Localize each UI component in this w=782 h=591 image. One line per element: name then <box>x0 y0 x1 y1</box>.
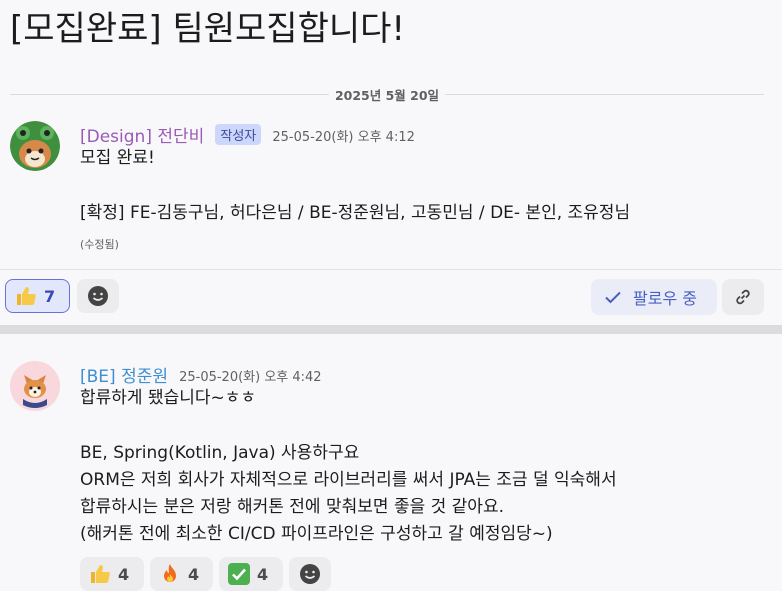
link-icon <box>736 289 750 305</box>
reaction-count: 4 <box>257 564 269 584</box>
corgi-avatar-icon <box>10 361 60 411</box>
timestamp[interactable]: 25-05-20(화) 오후 4:12 <box>272 130 415 145</box>
reaction-thumbs-up[interactable]: 4 <box>80 557 144 591</box>
check-mark-icon <box>228 563 250 585</box>
edited-indicator: (수정됨) <box>80 238 119 251</box>
author-name[interactable]: [Design] 전단비 <box>80 127 204 147</box>
page-title: [모집완료] 팀원모집합니다! <box>10 9 406 49</box>
reaction-thumbs-up[interactable]: 7 <box>5 279 70 313</box>
avatar[interactable] <box>10 121 60 171</box>
avatar[interactable] <box>10 361 60 411</box>
message-line: (해커톤 전에 최소한 CI/CD 파이프라인은 구성하고 갈 예정임당~) <box>80 524 553 544</box>
frog-cat-avatar-icon <box>10 121 60 171</box>
message-line: ORM은 저희 회사가 자체적으로 라이브러리를 써서 JPA는 조금 덜 익숙… <box>80 470 617 490</box>
divider <box>0 269 782 270</box>
smiley-icon <box>300 564 320 584</box>
reaction-check-mark[interactable]: 4 <box>219 557 283 591</box>
reaction-count: 7 <box>44 286 56 306</box>
thumbs-up-icon <box>91 565 110 583</box>
message-line: 합류하게 됐습니다~ㅎㅎ <box>80 388 257 408</box>
follow-button[interactable]: 팔로우 중 <box>591 279 717 315</box>
follow-label: 팔로우 중 <box>633 289 697 308</box>
reaction-count: 4 <box>118 564 130 584</box>
message-line: BE, Spring(Kotlin, Java) 사용하구요 <box>80 443 360 463</box>
add-reaction-button[interactable] <box>77 279 119 313</box>
fire-icon <box>164 564 176 582</box>
message-line: 모집 완료! <box>80 148 155 168</box>
add-reaction-button[interactable] <box>289 557 331 591</box>
message-header: [Design] 전단비 작성자 25-05-20(화) 오후 4:12 <box>80 122 415 147</box>
date-label: 2025년 5월 20일 <box>328 85 446 104</box>
reaction-count: 4 <box>188 564 200 584</box>
check-icon <box>605 291 621 304</box>
copy-link-button[interactable] <box>722 279 764 315</box>
author-badge: 작성자 <box>215 124 262 145</box>
timestamp[interactable]: 25-05-20(화) 오후 4:42 <box>179 370 322 385</box>
message-header: [BE] 정준원 25-05-20(화) 오후 4:42 <box>80 362 322 387</box>
reaction-fire[interactable]: 4 <box>150 557 213 591</box>
message-separator <box>0 325 782 334</box>
date-divider: 2025년 5월 20일 <box>10 83 764 105</box>
author-name[interactable]: [BE] 정준원 <box>80 367 168 387</box>
thumbs-up-icon <box>17 287 36 305</box>
message-line: [확정] FE-김동구님, 허다은님 / BE-정준원님, 고동민님 / DE-… <box>80 203 631 223</box>
smiley-icon <box>88 286 108 306</box>
message-line: 합류하시는 분은 저랑 해커톤 전에 맞춰보면 좋을 것 같아요. <box>80 497 504 517</box>
